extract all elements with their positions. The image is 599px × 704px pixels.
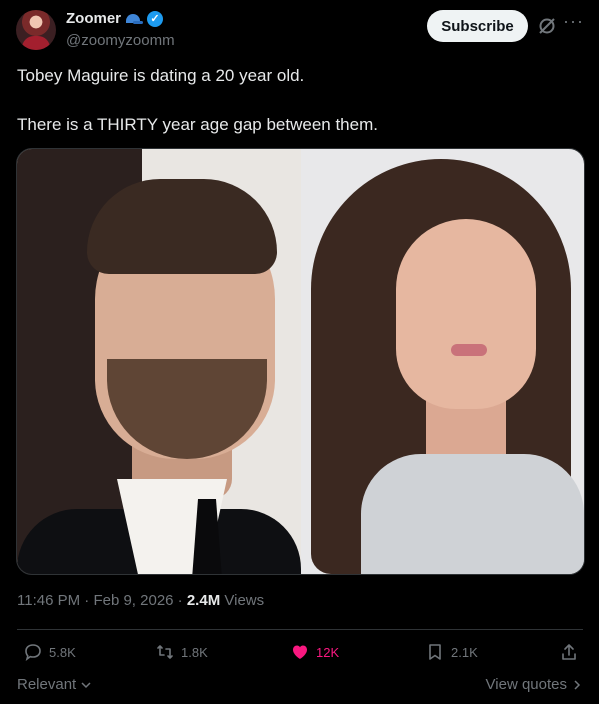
view-quotes-label: View quotes (485, 676, 567, 693)
like-button[interactable]: 12K (290, 642, 339, 662)
post-text-line-2: There is a THIRTY year age gap between t… (17, 115, 378, 134)
author-display-name[interactable]: Zoomer (66, 10, 121, 27)
heart-icon (293, 645, 307, 659)
post-meta: 11:46 PM · Feb 9, 2026 · 2.4M Views (17, 592, 264, 609)
relevant-sort-button[interactable]: Relevant (17, 676, 92, 693)
cap-badge-icon (125, 13, 144, 25)
woman-portrait[interactable] (301, 149, 584, 574)
post-time[interactable]: 11:46 PM (17, 592, 80, 609)
author-handle[interactable]: @zoomyzoomm (66, 32, 175, 49)
post-footer: Relevant View quotes (17, 676, 583, 696)
reply-button[interactable]: 5.8K (23, 642, 76, 662)
bookmark-button[interactable]: 2.1K (425, 642, 478, 662)
share-button[interactable] (559, 642, 579, 662)
reply-icon (25, 644, 41, 661)
post-date[interactable]: Feb 9, 2026 (93, 592, 173, 609)
user-avatar[interactable] (16, 10, 56, 50)
meta-separator: · (84, 592, 90, 609)
divider (17, 629, 583, 630)
views-count: 2.4M (186, 592, 221, 609)
relevant-label: Relevant (17, 676, 77, 693)
share-icon (562, 644, 576, 660)
post-header: Zoomer ✓ @zoomyzoomm Subscribe ··· (0, 0, 599, 60)
repost-button[interactable]: 1.8K (155, 642, 208, 662)
meta-separator: · (177, 592, 183, 609)
chevron-down-icon (81, 681, 91, 688)
grok-icon[interactable] (537, 16, 557, 36)
post-text-line-1: Tobey Maguire is dating a 20 year old. (17, 66, 305, 85)
action-bar: 5.8K 1.8K 12K 2.1K (17, 642, 583, 664)
repost-count: 1.8K (181, 644, 208, 660)
bookmark-count: 2.1K (451, 644, 478, 660)
reply-count: 5.8K (49, 644, 76, 660)
author-name-row[interactable]: Zoomer ✓ (66, 10, 164, 27)
views-label: Views (224, 592, 265, 609)
repost-icon (157, 645, 173, 659)
view-quotes-link[interactable]: View quotes (486, 676, 583, 693)
subscribe-button[interactable]: Subscribe (427, 10, 528, 42)
like-count: 12K (316, 644, 340, 660)
man-portrait[interactable] (17, 149, 301, 574)
chevron-right-icon (574, 679, 581, 690)
post-media[interactable] (16, 148, 585, 575)
verified-badge-icon: ✓ (147, 10, 164, 27)
bookmark-icon (429, 644, 441, 660)
avatar-shirt (22, 36, 50, 50)
more-icon[interactable]: ··· (563, 12, 583, 34)
